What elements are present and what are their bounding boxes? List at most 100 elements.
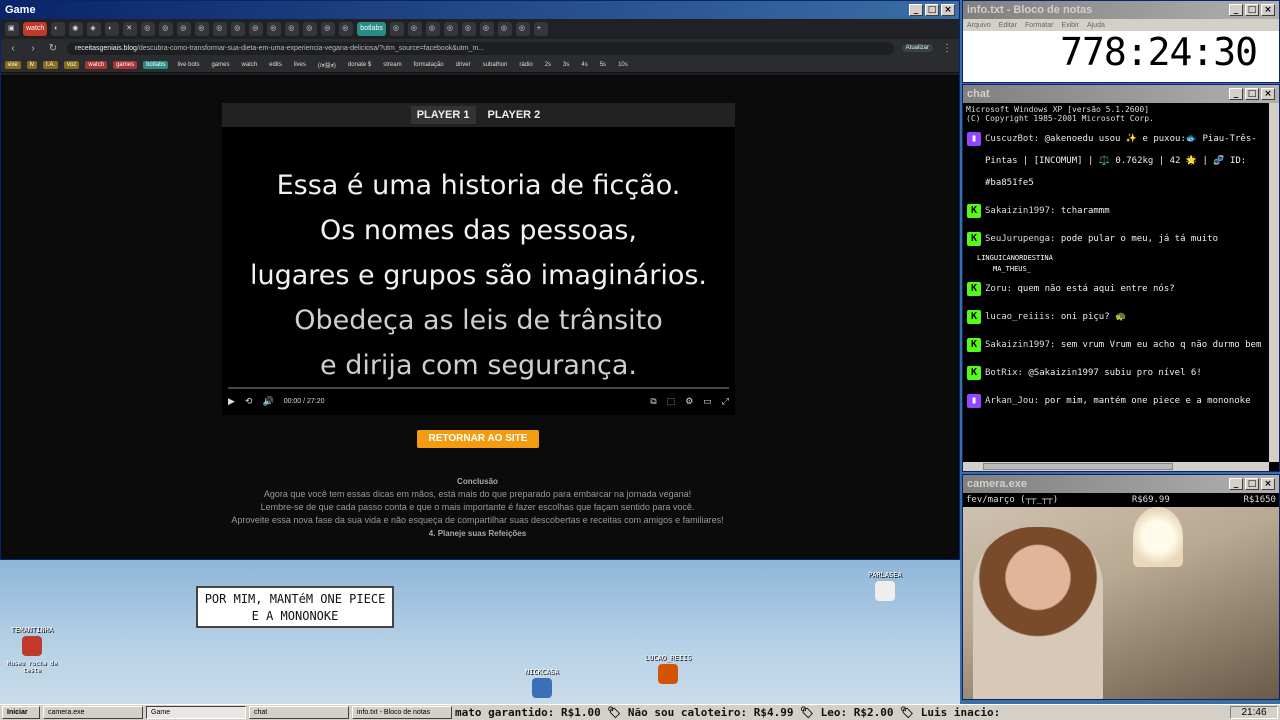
- tab[interactable]: ◎: [231, 22, 246, 36]
- tab[interactable]: ◎: [249, 22, 264, 36]
- taskbar-item[interactable]: Game: [146, 706, 246, 719]
- tab[interactable]: ◎: [213, 22, 228, 36]
- tab[interactable]: ◎: [515, 22, 530, 36]
- horizontal-scrollbar[interactable]: [963, 462, 1269, 471]
- bookmark[interactable]: I.A.: [43, 60, 59, 69]
- bookmark[interactable]: edits: [266, 61, 285, 69]
- start-button[interactable]: Iniciar: [2, 706, 40, 719]
- close-button[interactable]: ×: [941, 4, 955, 16]
- taskbar-item[interactable]: chat: [249, 706, 349, 719]
- bookmark[interactable]: botlabs: [143, 60, 169, 69]
- play-icon[interactable]: ▶: [228, 396, 235, 407]
- menu-exibir[interactable]: Exibir: [1061, 22, 1079, 29]
- minimize-button[interactable]: _: [1229, 88, 1243, 100]
- scroll-thumb[interactable]: [983, 463, 1173, 470]
- tab[interactable]: ◎: [407, 22, 422, 36]
- close-button[interactable]: ×: [1261, 88, 1275, 100]
- minimize-button[interactable]: _: [909, 4, 923, 16]
- return-to-site-button[interactable]: RETORNAR AO SITE: [417, 430, 539, 448]
- bookmark[interactable]: rádio: [516, 61, 535, 69]
- tab[interactable]: ◎: [321, 22, 336, 36]
- forward-icon[interactable]: ›: [27, 43, 39, 54]
- tab-player-1[interactable]: PLAYER 1: [410, 106, 476, 124]
- maximize-button[interactable]: □: [1245, 478, 1259, 490]
- speech-bubble: POR MIM, MANTéM ONE PIECE E A MONONOKE: [196, 586, 394, 628]
- bookmark[interactable]: lv: [26, 60, 38, 69]
- menu-formatar[interactable]: Formatar: [1025, 22, 1053, 29]
- new-tab-button[interactable]: +: [533, 22, 548, 36]
- tab[interactable]: ◈: [87, 22, 102, 36]
- tab[interactable]: ◐: [105, 22, 120, 36]
- tab-strip: ▣ watch ◐ ◉ ◈ ◐ ✕ ◎ ◎ ◎ ◎ ◎ ◎ ◎ ◎ ◎ ◎ ◎ …: [1, 19, 959, 39]
- tab[interactable]: ◎: [195, 22, 210, 36]
- bookmark[interactable]: 10s: [615, 61, 631, 69]
- menu-editar[interactable]: Editar: [999, 22, 1017, 29]
- cast-icon[interactable]: ⬚: [667, 396, 676, 407]
- tab[interactable]: ◎: [267, 22, 282, 36]
- reload-icon[interactable]: ↻: [47, 43, 59, 54]
- bookmark[interactable]: 3s: [560, 61, 572, 69]
- bookmark[interactable]: 5s: [597, 61, 609, 69]
- rewind-icon[interactable]: ⟲: [245, 396, 253, 407]
- tab[interactable]: ✕: [123, 22, 138, 36]
- bookmark[interactable]: live bots: [174, 61, 202, 69]
- chat-text: oni piçu? 🐢: [1060, 312, 1127, 322]
- bookmark[interactable]: subathon: [480, 61, 511, 69]
- tab-botlabs[interactable]: botlabs: [357, 22, 386, 36]
- maximize-button[interactable]: □: [925, 4, 939, 16]
- vertical-scrollbar[interactable]: [1269, 103, 1279, 462]
- bookmark[interactable]: donate $: [345, 61, 374, 69]
- captions-icon[interactable]: ⧉: [650, 396, 656, 407]
- bookmark[interactable]: 4s: [578, 61, 590, 69]
- maximize-button[interactable]: □: [1245, 88, 1259, 100]
- tab[interactable]: ◎: [497, 22, 512, 36]
- bookmark[interactable]: formatação: [411, 61, 447, 69]
- menu-ajuda[interactable]: Ajuda: [1087, 22, 1105, 29]
- pip-icon[interactable]: ▭: [703, 396, 712, 407]
- tab[interactable]: ◐: [51, 22, 66, 36]
- bookmark[interactable]: driver: [453, 61, 474, 69]
- tab-icon[interactable]: ▣: [5, 22, 19, 36]
- tab[interactable]: ◎: [303, 22, 318, 36]
- bookmark[interactable]: games: [113, 60, 138, 69]
- settings-icon[interactable]: ⚙: [685, 396, 693, 407]
- timer-display[interactable]: 778:24:30: [963, 31, 1279, 73]
- minimize-button[interactable]: _: [1229, 478, 1243, 490]
- progress-bar[interactable]: [228, 387, 729, 389]
- tab[interactable]: ◎: [285, 22, 300, 36]
- bookmark[interactable]: games: [208, 61, 232, 69]
- tab-watch[interactable]: watch: [23, 22, 48, 36]
- update-button[interactable]: Atualizar: [901, 44, 933, 52]
- fullscreen-icon[interactable]: ⤢: [722, 396, 729, 407]
- tab[interactable]: ◎: [479, 22, 494, 36]
- tab[interactable]: ◉: [69, 22, 84, 36]
- bookmark[interactable]: watch: [85, 60, 108, 69]
- bookmark[interactable]: watch: [238, 61, 260, 69]
- tab[interactable]: ◎: [177, 22, 192, 36]
- volume-icon[interactable]: 🔊: [262, 396, 273, 407]
- tab[interactable]: ◎: [461, 22, 476, 36]
- close-button[interactable]: ×: [1261, 478, 1275, 490]
- tab-player-2[interactable]: PLAYER 2: [482, 106, 547, 124]
- minimize-button[interactable]: _: [1229, 4, 1243, 16]
- bookmark[interactable]: stream: [380, 61, 404, 69]
- menu-icon[interactable]: ⋮: [941, 43, 953, 54]
- tab[interactable]: ◎: [141, 22, 156, 36]
- bookmark[interactable]: lives: [291, 61, 309, 69]
- taskbar-item[interactable]: info.txt - Bloco de notas: [352, 706, 452, 719]
- bookmark[interactable]: 2s: [542, 61, 554, 69]
- bookmark[interactable]: (/ತ益ತ): [315, 59, 339, 71]
- bookmark[interactable]: voz: [64, 60, 80, 69]
- tab[interactable]: ◎: [443, 22, 458, 36]
- maximize-button[interactable]: □: [1245, 4, 1259, 16]
- tab[interactable]: ◎: [339, 22, 354, 36]
- bookmark[interactable]: exe: [5, 60, 21, 69]
- taskbar-item[interactable]: camera.exe: [43, 706, 143, 719]
- tab[interactable]: ◎: [425, 22, 440, 36]
- back-icon[interactable]: ‹: [7, 43, 19, 54]
- url-input[interactable]: receitasgeniais.blog/descubra-como-trans…: [67, 41, 894, 55]
- tab[interactable]: ◎: [389, 22, 404, 36]
- close-button[interactable]: ×: [1261, 4, 1275, 16]
- tab[interactable]: ◎: [159, 22, 174, 36]
- menu-arquivo[interactable]: Arquivo: [967, 22, 991, 29]
